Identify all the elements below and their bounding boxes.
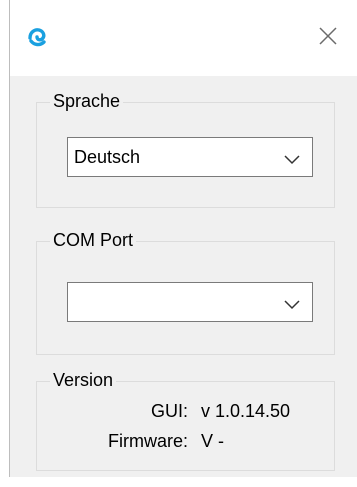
app-logo-icon [26,26,48,48]
firmware-version-value: V - [201,431,225,451]
version-group: Version GUI: v 1.0.14.50 Firmware: V - [36,369,335,471]
language-select-value: Deutsch [74,147,141,167]
close-button[interactable] [298,10,357,66]
gui-version-label: GUI: [150,401,188,421]
firmware-version-label: Firmware: [108,431,188,451]
title-bar [10,0,357,76]
chevron-down-icon [284,152,300,165]
com-port-select[interactable] [67,282,313,322]
version-group-legend: Version [50,369,117,391]
com-port-group-legend: COM Port [50,229,137,251]
language-select[interactable]: Deutsch [67,137,313,177]
com-port-group: COM Port [36,229,335,355]
language-group-legend: Sprache [50,90,124,112]
gui-version-value: v 1.0.14.50 [201,401,291,421]
settings-window: Sprache Deutsch COM Port Version GUI: v … [9,0,357,477]
close-icon [319,26,337,50]
chevron-down-icon [284,297,300,310]
language-group: Sprache Deutsch [36,90,335,208]
